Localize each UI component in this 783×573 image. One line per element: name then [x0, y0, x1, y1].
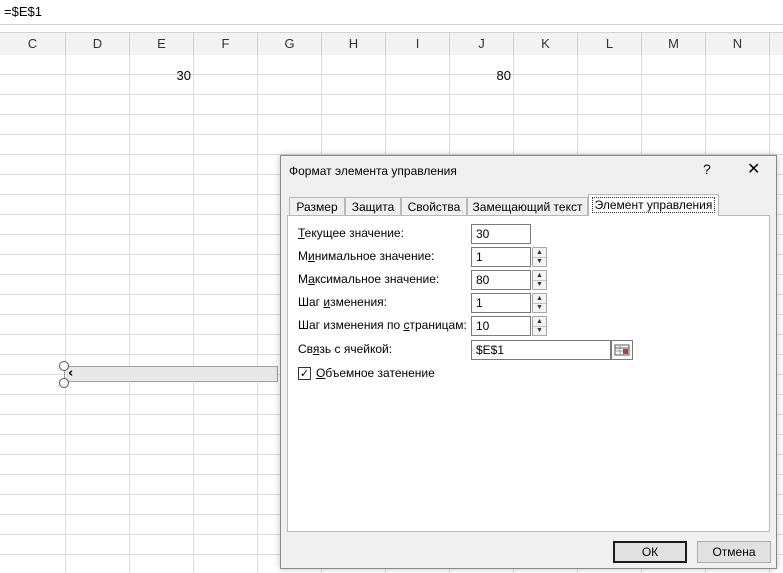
- column-header-f[interactable]: F: [194, 33, 258, 55]
- page-change-spinner[interactable]: ▲ ▼: [532, 316, 547, 336]
- min-value-label: Минимальное значение:: [298, 249, 435, 263]
- resize-handle-bottom[interactable]: [59, 378, 69, 388]
- tab-protection[interactable]: Защита: [345, 197, 401, 215]
- formula-bar[interactable]: =$E$1: [0, 0, 783, 25]
- column-header-e[interactable]: E: [130, 33, 194, 55]
- column-header-j[interactable]: J: [450, 33, 514, 55]
- page-change-label: Шаг изменения по страницам:: [298, 318, 467, 332]
- control-tab-panel: Текущее значение: 30 Минимальное значени…: [287, 215, 770, 532]
- column-header-k[interactable]: K: [514, 33, 578, 55]
- column-header-c[interactable]: C: [0, 33, 66, 55]
- max-value-spinner[interactable]: ▲ ▼: [532, 270, 547, 290]
- step-label: Шаг изменения:: [298, 295, 387, 309]
- tab-size[interactable]: Размер: [289, 197, 345, 215]
- collapse-dialog-icon[interactable]: [611, 340, 633, 360]
- step-input[interactable]: 1: [471, 293, 531, 313]
- max-value-label: Максимальное значение:: [298, 272, 440, 286]
- cell-link-input[interactable]: $E$1: [471, 340, 611, 360]
- spin-down-icon[interactable]: ▼: [533, 326, 546, 335]
- column-header-h[interactable]: H: [322, 33, 386, 55]
- cancel-button[interactable]: Отмена: [697, 541, 771, 563]
- column-header-n[interactable]: N: [706, 33, 770, 55]
- shading-checkbox[interactable]: ✓: [298, 367, 311, 380]
- cell-j1[interactable]: 80: [450, 68, 511, 83]
- current-value-label: Текущее значение:: [298, 226, 404, 240]
- ok-button[interactable]: ОК: [613, 541, 687, 563]
- current-value-input[interactable]: 30: [471, 224, 531, 244]
- tab-properties[interactable]: Свойства: [401, 197, 467, 215]
- column-header-m[interactable]: M: [642, 33, 706, 55]
- spin-down-icon[interactable]: ▼: [533, 280, 546, 289]
- format-control-dialog: Формат элемента управления ? ✕ Размер За…: [280, 155, 777, 569]
- max-value-input[interactable]: 80: [471, 270, 531, 290]
- help-button[interactable]: ?: [703, 161, 711, 177]
- step-spinner[interactable]: ▲ ▼: [532, 293, 547, 313]
- dialog-title: Формат элемента управления: [289, 164, 457, 178]
- column-header-i[interactable]: I: [386, 33, 450, 55]
- close-button[interactable]: ✕: [747, 159, 760, 178]
- tab-control[interactable]: Элемент управления: [588, 194, 719, 216]
- formula-text: =$E$1: [4, 4, 42, 19]
- tab-control-label: Элемент управления: [591, 197, 716, 213]
- shading-checkbox-label[interactable]: Объемное затенение: [316, 366, 435, 380]
- scroll-left-arrow-icon[interactable]: ‹: [68, 366, 73, 381]
- min-value-spinner[interactable]: ▲ ▼: [532, 247, 547, 267]
- column-header-l[interactable]: L: [578, 33, 642, 55]
- column-header-g[interactable]: G: [258, 33, 322, 55]
- resize-handle-top[interactable]: [59, 361, 69, 371]
- tab-alt-text[interactable]: Замещающий текст: [467, 197, 588, 215]
- spin-down-icon[interactable]: ▼: [533, 303, 546, 312]
- spin-down-icon[interactable]: ▼: [533, 257, 546, 266]
- scrollbar-control[interactable]: ‹: [64, 366, 278, 382]
- min-value-input[interactable]: 1: [471, 247, 531, 267]
- column-headers: C D E F G H I J K L M N: [0, 32, 783, 56]
- cell-e1[interactable]: 30: [130, 68, 191, 83]
- cell-link-label: Связь с ячейкой:: [298, 342, 393, 356]
- column-header-d[interactable]: D: [66, 33, 130, 55]
- page-change-input[interactable]: 10: [471, 316, 531, 336]
